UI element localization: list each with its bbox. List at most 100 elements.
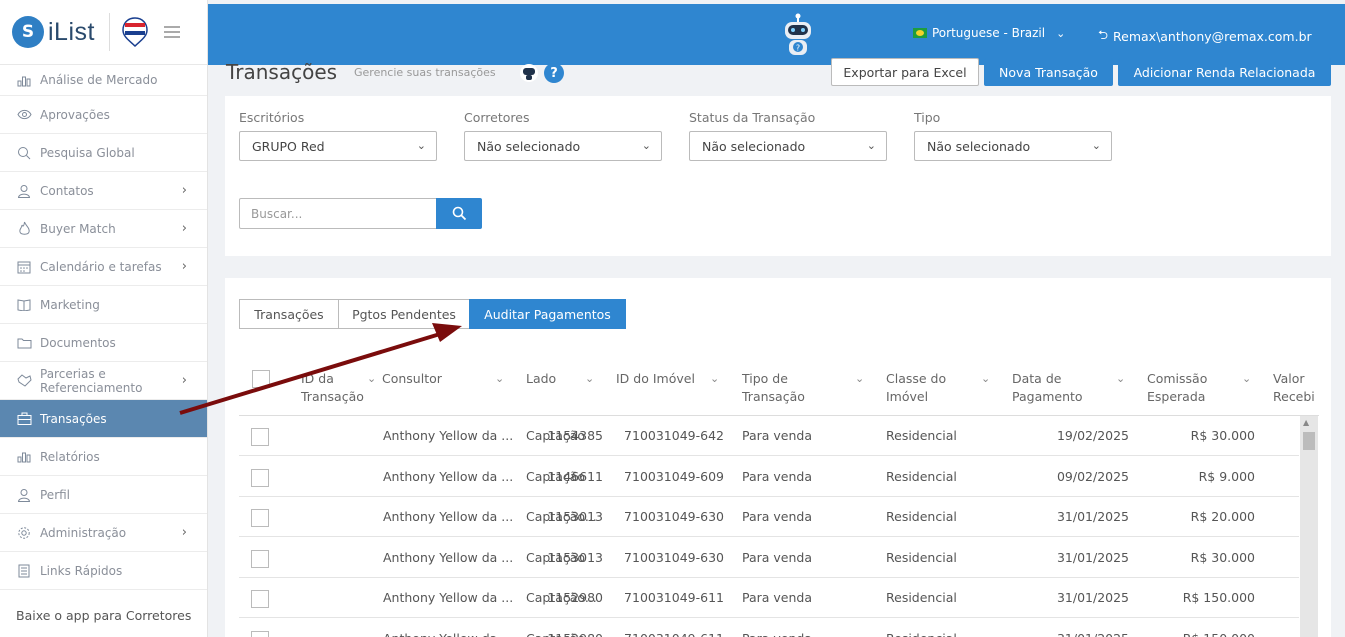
row-checkbox[interactable] [251, 468, 269, 487]
cell-imovel: 710031049-611 [624, 590, 724, 605]
search-input[interactable]: Buscar... [239, 198, 437, 229]
cell-consultor: Anthony Yellow da ... [383, 590, 514, 605]
brokers-filter-label: Corretores [464, 110, 530, 125]
folder-icon [16, 335, 32, 351]
sidebar-item-pesquisa-global[interactable]: Pesquisa Global [0, 134, 207, 172]
sidebar-item-label: Marketing [40, 297, 100, 312]
chevron-right-icon: › [181, 259, 187, 274]
cell-comissao: R$ 150.000 [1135, 631, 1255, 637]
header-text: Transação [742, 389, 805, 404]
svg-text:?: ? [796, 44, 800, 53]
menu-toggle-icon[interactable] [163, 23, 180, 41]
search-button[interactable] [436, 198, 482, 229]
row-checkbox[interactable] [251, 630, 269, 637]
chevron-down-icon[interactable]: ⌄ [981, 372, 990, 385]
office-select[interactable]: GRUPO Red ⌄ [239, 131, 437, 161]
help-icon[interactable]: ? [544, 63, 564, 83]
cell-consultor: Anthony Yellow da ... [383, 549, 514, 565]
chevron-down-icon[interactable]: ⌄ [855, 372, 864, 385]
sidebar-item-documentos[interactable]: Documentos [0, 324, 207, 362]
column-header-tipo[interactable]: Tipo de Transação [742, 370, 805, 406]
book-icon [16, 297, 32, 313]
export-excel-button[interactable]: Exportar para Excel [831, 58, 979, 86]
sidebar-item-marketing[interactable]: Marketing [0, 286, 207, 324]
ilist-logo-text[interactable]: iList [48, 18, 95, 47]
table-row[interactable]: 1153013 Anthony Yellow da ... Captação... 7… [239, 497, 1299, 537]
cell-comissao: R$ 20.000 [1190, 509, 1255, 524]
flame-icon [16, 221, 32, 237]
column-header-classe[interactable]: Classe do Imóvel [886, 370, 946, 406]
sidebar-item-analise-de-mercado[interactable]: Análise de Mercado [0, 65, 207, 96]
sidebar-item-links-rapidos[interactable]: Links Rápidos [0, 552, 207, 590]
column-header-lado[interactable]: Lado [526, 370, 556, 388]
sidebar-item-perfil[interactable]: Perfil [0, 476, 207, 514]
user-menu[interactable]: ⮌ Remax\anthony@remax.com.br [1098, 26, 1312, 47]
brokers-select[interactable]: Não selecionado ⌄ [464, 131, 662, 161]
robot-assistant-icon[interactable]: ? [778, 12, 818, 58]
calendar-icon [16, 259, 32, 275]
cell-data: 19/02/2025 [1056, 428, 1129, 443]
scrollbar-thumb[interactable] [1303, 432, 1315, 450]
chevron-down-icon[interactable]: ⌄ [495, 372, 504, 385]
column-header-id[interactable]: ID da Transação [301, 370, 364, 406]
status-filter-label: Status da Transação [689, 110, 816, 125]
cell-data: 31/01/2025 [1056, 549, 1129, 565]
select-all-checkbox[interactable] [252, 370, 270, 388]
cell-data: 09/02/2025 [1056, 468, 1129, 484]
sidebar-item-relatorios[interactable]: Relatórios [0, 438, 207, 476]
table-row[interactable]: 1153013 Anthony Yellow da ... Captação 7100… [239, 538, 1299, 578]
cell-data: 31/01/2025 [1056, 509, 1129, 524]
header-text: Transação [301, 389, 364, 404]
tab-transactions[interactable]: Transações [239, 299, 339, 329]
table-row[interactable]: 1152980Anthony Yellow da ...Captação...7… [239, 619, 1299, 637]
chevron-down-icon[interactable]: ⌄ [585, 372, 594, 385]
sidebar: S iList Análise de Mercado Aprovações Pesq… [0, 0, 208, 637]
eye-icon [16, 107, 32, 123]
row-checkbox[interactable] [251, 428, 269, 446]
tab-pending-payments[interactable]: Pgtos Pendentes [338, 299, 470, 329]
new-transaction-button[interactable]: Nova Transação [984, 58, 1113, 86]
chevron-down-icon: ⌄ [866, 139, 876, 152]
sidebar-item-calendario-e-tarefas[interactable]: Calendário e tarefas › [0, 248, 207, 286]
download-app-link[interactable]: Baixe o app para Corretores [16, 608, 191, 623]
row-checkbox[interactable] [251, 549, 269, 568]
column-header-comissao[interactable]: Comissão Esperada [1147, 370, 1207, 406]
table-row[interactable]: 1146611 Anthony Yellow da ... Captação 7100… [239, 457, 1299, 497]
page-subtitle: Gerencie suas transações [354, 66, 496, 79]
table-row[interactable]: 1152980Anthony Yellow da ...Captação...7… [239, 578, 1299, 618]
column-header-imovel[interactable]: ID do Imóvel [616, 370, 695, 388]
column-header-consultor[interactable]: Consultor [382, 370, 442, 388]
type-select[interactable]: Não selecionado ⌄ [914, 131, 1112, 161]
row-checkbox[interactable] [251, 590, 269, 608]
cell-imovel: 710031049-611 [604, 631, 724, 637]
cell-lado: Captação [526, 468, 586, 484]
sidebar-item-parcerias-e-referenciamento[interactable]: Parcerias e Referenciamento › [0, 362, 207, 400]
chevron-right-icon: › [181, 221, 187, 236]
sidebar-item-administracao[interactable]: Administração › [0, 514, 207, 552]
sidebar-item-contatos[interactable]: Contatos › [0, 172, 207, 210]
column-header-valor[interactable]: Valor Recebi [1273, 370, 1315, 406]
add-related-income-button[interactable]: Adicionar Renda Relacionada [1118, 58, 1331, 86]
column-header-data[interactable]: Data de Pagamento [1012, 370, 1083, 406]
sidebar-item-buyer-match[interactable]: Buyer Match › [0, 210, 207, 248]
sidebar-item-label: Contatos [40, 183, 94, 198]
chevron-down-icon[interactable]: ⌄ [1116, 372, 1125, 385]
sidebar-item-transacoes[interactable]: Transações [0, 400, 207, 438]
status-select[interactable]: Não selecionado ⌄ [689, 131, 887, 161]
sidebar-nav: Análise de Mercado Aprovações Pesquisa Glo… [0, 65, 207, 590]
header-text: Tipo de [742, 371, 788, 386]
chevron-down-icon[interactable]: ⌄ [367, 372, 376, 385]
ilist-logo-icon[interactable]: S [12, 16, 44, 48]
language-selector[interactable]: Portuguese - Brazil ⌄ [913, 26, 1065, 40]
scroll-up-icon[interactable]: ▲ [1303, 418, 1309, 427]
chevron-down-icon[interactable]: ⌄ [1242, 372, 1251, 385]
type-filter-label: Tipo [914, 110, 941, 125]
tab-audit-payments[interactable]: Auditar Pagamentos [469, 299, 626, 329]
robot-help-icon[interactable] [520, 64, 538, 82]
row-checkbox[interactable] [251, 509, 269, 527]
chevron-down-icon[interactable]: ⌄ [710, 372, 719, 385]
header-text: ID da [301, 371, 334, 386]
table-row[interactable]: 1154385 Anthony Yellow da ... Captação 7100… [239, 416, 1299, 456]
sidebar-item-aprovacoes[interactable]: Aprovações [0, 96, 207, 134]
user-icon [16, 487, 32, 503]
